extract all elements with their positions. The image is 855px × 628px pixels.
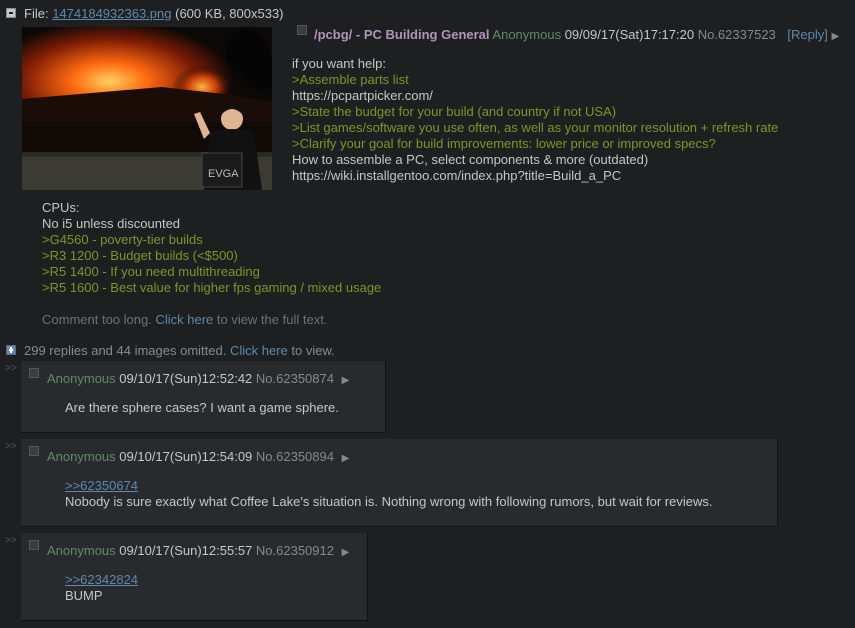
reply-side-arrows: >>	[5, 441, 17, 452]
reply-menu-arrow-icon[interactable]: ▶	[342, 453, 350, 464]
op-greentext: >R5 1600 - Best value for higher fps gam…	[42, 280, 382, 295]
reply-body: BUMP	[65, 588, 103, 603]
omitted-text: 299 replies and 44 images omitted.	[24, 343, 230, 358]
op-subject: /pcbg/ - PC Building General	[314, 27, 490, 42]
op-greentext: >R5 1400 - If you need multithreading	[42, 264, 260, 279]
op-menu-arrow-icon[interactable]: ▶	[832, 31, 840, 42]
expand-thread-plus-icon[interactable]	[6, 345, 16, 355]
op-post-number[interactable]: No.62337523	[698, 27, 776, 42]
too-long-text-end: to view the full text.	[213, 312, 328, 327]
reply-side-arrows: >>	[5, 363, 17, 374]
thumbnail-image: EVGA	[22, 27, 272, 190]
reply-date: 09/10/17(Sun)12:54:09	[119, 449, 253, 464]
reply-body: Nobody is sure exactly what Coffee Lake'…	[65, 494, 713, 509]
op-greentext: >Clarify your goal for build improvement…	[292, 136, 716, 151]
reply-quote-link[interactable]: >>62342824	[65, 572, 138, 588]
op-greentext: >List games/software you use often, as w…	[292, 120, 779, 135]
reply-post-info: Anonymous 09/10/17(Sun)12:54:09 No.62350…	[47, 449, 349, 464]
op-greentext: >State the budget for your build (and co…	[292, 104, 617, 119]
thumbnail-box-text: EVGA	[208, 168, 239, 180]
too-long-text: Comment too long.	[42, 312, 156, 327]
op-line: How to assemble a PC, select components …	[292, 152, 649, 167]
op-greentext: >Assemble parts list	[292, 72, 409, 87]
hide-thread-minus-icon[interactable]	[6, 8, 16, 18]
reply-body: Are there sphere cases? I want a game sp…	[65, 400, 339, 415]
op-post-info: /pcbg/ - PC Building General Anonymous 0…	[314, 27, 839, 42]
reply-menu-arrow-icon[interactable]: ▶	[342, 547, 350, 558]
op-thumbnail[interactable]: EVGA	[22, 27, 272, 190]
omitted-text-end: to view.	[287, 343, 335, 358]
op-greentext: >G4560 - poverty-tier builds	[42, 232, 203, 247]
reply-post-number[interactable]: No.62350894	[256, 449, 334, 464]
reply-select-checkbox[interactable]	[29, 446, 39, 456]
too-long-click-here-link[interactable]: Click here	[155, 312, 213, 327]
reply-quote-link[interactable]: >>62350674	[65, 478, 138, 494]
op-line: if you want help:	[292, 56, 386, 71]
reply-name: Anonymous	[47, 371, 116, 386]
file-label: File:	[24, 6, 49, 21]
op-date: 09/09/17(Sat)17:17:20	[564, 27, 695, 42]
reply-post-info: Anonymous 09/10/17(Sun)12:55:57 No.62350…	[47, 543, 349, 558]
reply-date: 09/10/17(Sun)12:55:57	[119, 543, 253, 558]
op-select-checkbox[interactable]	[297, 25, 307, 35]
reply-name: Anonymous	[47, 449, 116, 464]
reply-select-checkbox[interactable]	[29, 368, 39, 378]
reply-name: Anonymous	[47, 543, 116, 558]
op-greentext: >R3 1200 - Budget builds (<$500)	[42, 248, 238, 263]
omitted-click-here-link[interactable]: Click here	[230, 343, 288, 358]
op-name: Anonymous	[492, 27, 562, 42]
omitted-notice: 299 replies and 44 images omitted. Click…	[24, 343, 335, 359]
reply-post-number[interactable]: No.62350874	[256, 371, 334, 386]
file-meta: (600 KB, 800x533)	[175, 6, 284, 21]
op-line: CPUs:	[42, 200, 80, 215]
file-link[interactable]: 1474184932363.png	[52, 6, 171, 21]
op-line: No i5 unless discounted	[42, 216, 181, 231]
op-link-pcpartpicker[interactable]: https://pcpartpicker.com/	[292, 88, 433, 104]
file-info: File: 1474184932363.png (600 KB, 800x533…	[24, 6, 284, 21]
reply-select-checkbox[interactable]	[29, 540, 39, 550]
comment-too-long-notice: Comment too long. Click here to view the…	[42, 312, 327, 328]
reply-menu-arrow-icon[interactable]: ▶	[342, 375, 350, 386]
reply-post-info: Anonymous 09/10/17(Sun)12:52:42 No.62350…	[47, 371, 349, 386]
reply-side-arrows: >>	[5, 535, 17, 546]
op-link-wiki[interactable]: https://wiki.installgentoo.com/index.php…	[292, 168, 621, 184]
reply-link[interactable]: [Reply]	[787, 27, 827, 42]
reply-date: 09/10/17(Sun)12:52:42	[119, 371, 253, 386]
reply-post-number[interactable]: No.62350912	[256, 543, 334, 558]
